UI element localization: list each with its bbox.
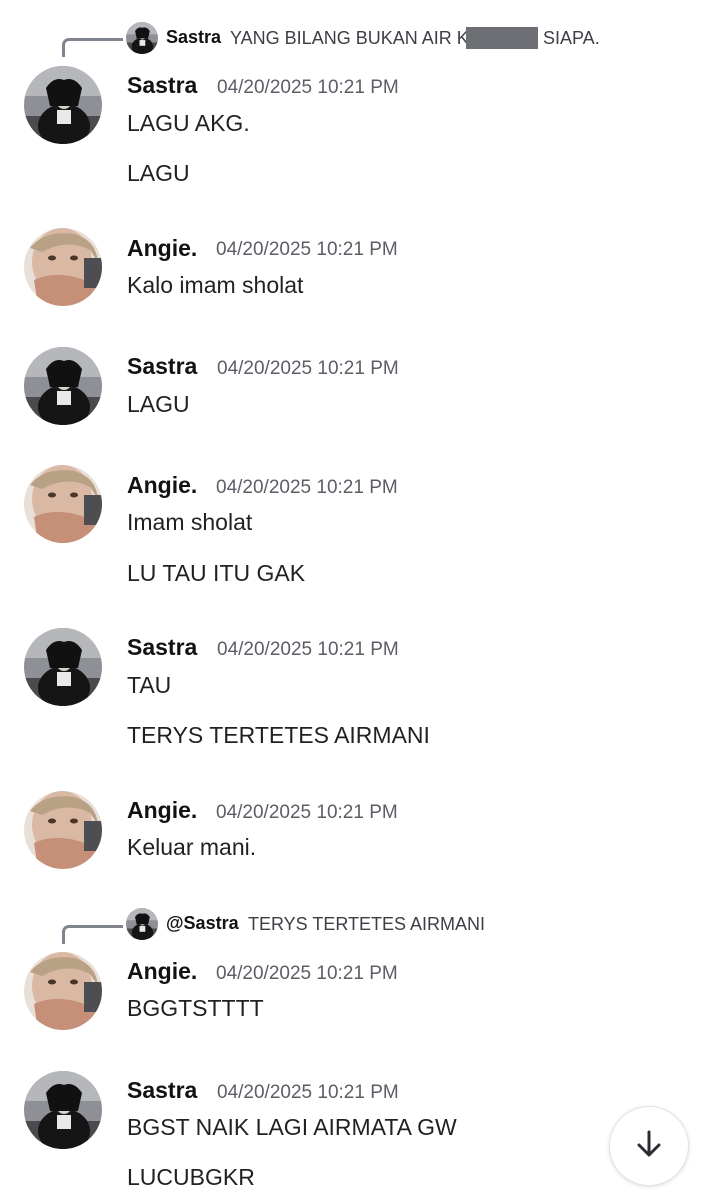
message-text: TAU — [127, 672, 172, 698]
author-name[interactable]: Sastra — [127, 353, 197, 380]
message-text: BGST NAIK LAGI AIRMATA GW — [127, 1114, 457, 1140]
avatar-angie[interactable] — [24, 791, 102, 869]
avatar-angie[interactable] — [24, 228, 102, 306]
reply-author[interactable]: Sastra — [166, 27, 221, 48]
reply-text[interactable]: TERYS TERTETES AIRMANI — [248, 914, 485, 935]
reply-connector — [62, 925, 123, 944]
message-text: LUCUBGKR — [127, 1164, 255, 1190]
author-name[interactable]: Angie. — [127, 797, 197, 824]
avatar-sastra[interactable] — [24, 66, 102, 144]
timestamp: 04/20/2025 10:21 PM — [216, 477, 398, 498]
timestamp: 04/20/2025 10:21 PM — [216, 963, 398, 984]
author-name[interactable]: Angie. — [127, 958, 197, 985]
message-text: Keluar mani. — [127, 834, 257, 860]
jump-to-bottom-button[interactable] — [609, 1106, 689, 1186]
author-name[interactable]: Sastra — [127, 72, 197, 99]
reply-avatar-sastra[interactable] — [126, 22, 158, 54]
avatar-angie[interactable] — [24, 465, 102, 543]
timestamp: 04/20/2025 10:21 PM — [216, 802, 398, 823]
author-name[interactable]: Sastra — [127, 634, 197, 661]
avatar-sastra[interactable] — [24, 347, 102, 425]
reply-text-after[interactable]: SIAPA. — [543, 28, 600, 49]
message-text: BGGTSTTTT — [127, 995, 264, 1021]
timestamp: 04/20/2025 10:21 PM — [217, 77, 399, 98]
author-name[interactable]: Sastra — [127, 1077, 197, 1104]
message-text: LAGU AKG. — [127, 110, 250, 136]
avatar-sastra[interactable] — [24, 628, 102, 706]
timestamp: 04/20/2025 10:21 PM — [217, 1082, 399, 1103]
message-text: TERYS TERTETES AIRMANI — [127, 722, 430, 748]
message-text: LU TAU ITU GAK — [127, 560, 306, 586]
avatar-angie[interactable] — [24, 952, 102, 1030]
message-text: Imam sholat — [127, 509, 253, 535]
reply-text-before[interactable]: YANG BILANG BUKAN AIR K — [230, 28, 469, 49]
reply-mention[interactable]: @Sastra — [166, 913, 239, 934]
reply-connector — [62, 38, 123, 57]
message-text: LAGU — [127, 160, 190, 186]
message-text: LAGU — [127, 391, 190, 417]
message-text: Kalo imam sholat — [127, 272, 304, 298]
redaction-bar — [466, 27, 538, 49]
arrow-down-icon — [633, 1128, 665, 1165]
author-name[interactable]: Angie. — [127, 472, 197, 499]
timestamp: 04/20/2025 10:21 PM — [217, 639, 399, 660]
avatar-sastra[interactable] — [24, 1071, 102, 1149]
timestamp: 04/20/2025 10:21 PM — [216, 239, 398, 260]
reply-avatar-sastra[interactable] — [126, 908, 158, 940]
timestamp: 04/20/2025 10:21 PM — [217, 358, 399, 379]
author-name[interactable]: Angie. — [127, 235, 197, 262]
